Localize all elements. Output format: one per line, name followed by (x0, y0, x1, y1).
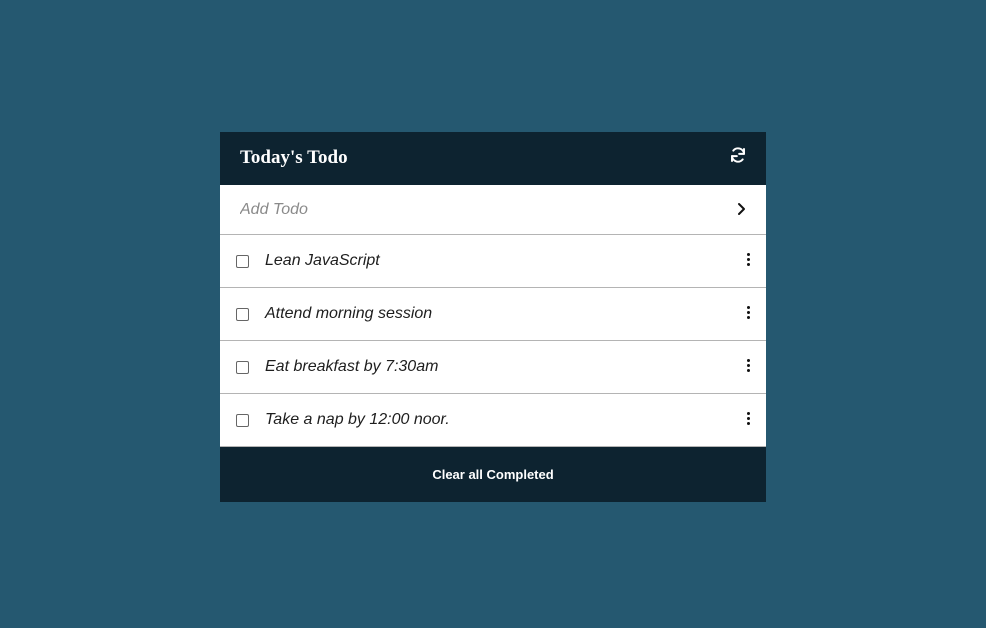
todo-header: Today's Todo (220, 132, 766, 185)
todo-item: Attend morning session (220, 288, 766, 341)
todo-item: Take a nap by 12:00 noor. (220, 394, 766, 447)
todo-checkbox[interactable] (236, 255, 249, 268)
todo-card: Today's Todo Lean JavaScript Attend morn… (220, 132, 766, 502)
more-vertical-icon[interactable] (744, 305, 752, 321)
more-vertical-icon[interactable] (744, 411, 752, 427)
todo-item: Lean JavaScript (220, 235, 766, 288)
todo-text: Lean JavaScript (265, 252, 380, 269)
add-todo-row (220, 185, 766, 235)
more-vertical-icon[interactable] (744, 252, 752, 268)
todo-checkbox[interactable] (236, 414, 249, 427)
todo-checkbox[interactable] (236, 361, 249, 374)
todo-item: Eat breakfast by 7:30am (220, 341, 766, 394)
todo-text: Take a nap by 12:00 noor. (265, 411, 450, 428)
refresh-icon[interactable] (729, 146, 747, 164)
todo-text: Attend morning session (265, 305, 433, 322)
chevron-right-icon[interactable] (734, 201, 748, 217)
todo-footer: Clear all Completed (220, 447, 766, 502)
more-vertical-icon[interactable] (744, 358, 752, 374)
todo-checkbox[interactable] (236, 308, 249, 321)
clear-completed-button[interactable]: Clear all Completed (432, 467, 553, 482)
add-todo-input[interactable] (220, 185, 700, 234)
app-title: Today's Todo (240, 147, 348, 168)
todo-text: Eat breakfast by 7:30am (265, 358, 439, 375)
